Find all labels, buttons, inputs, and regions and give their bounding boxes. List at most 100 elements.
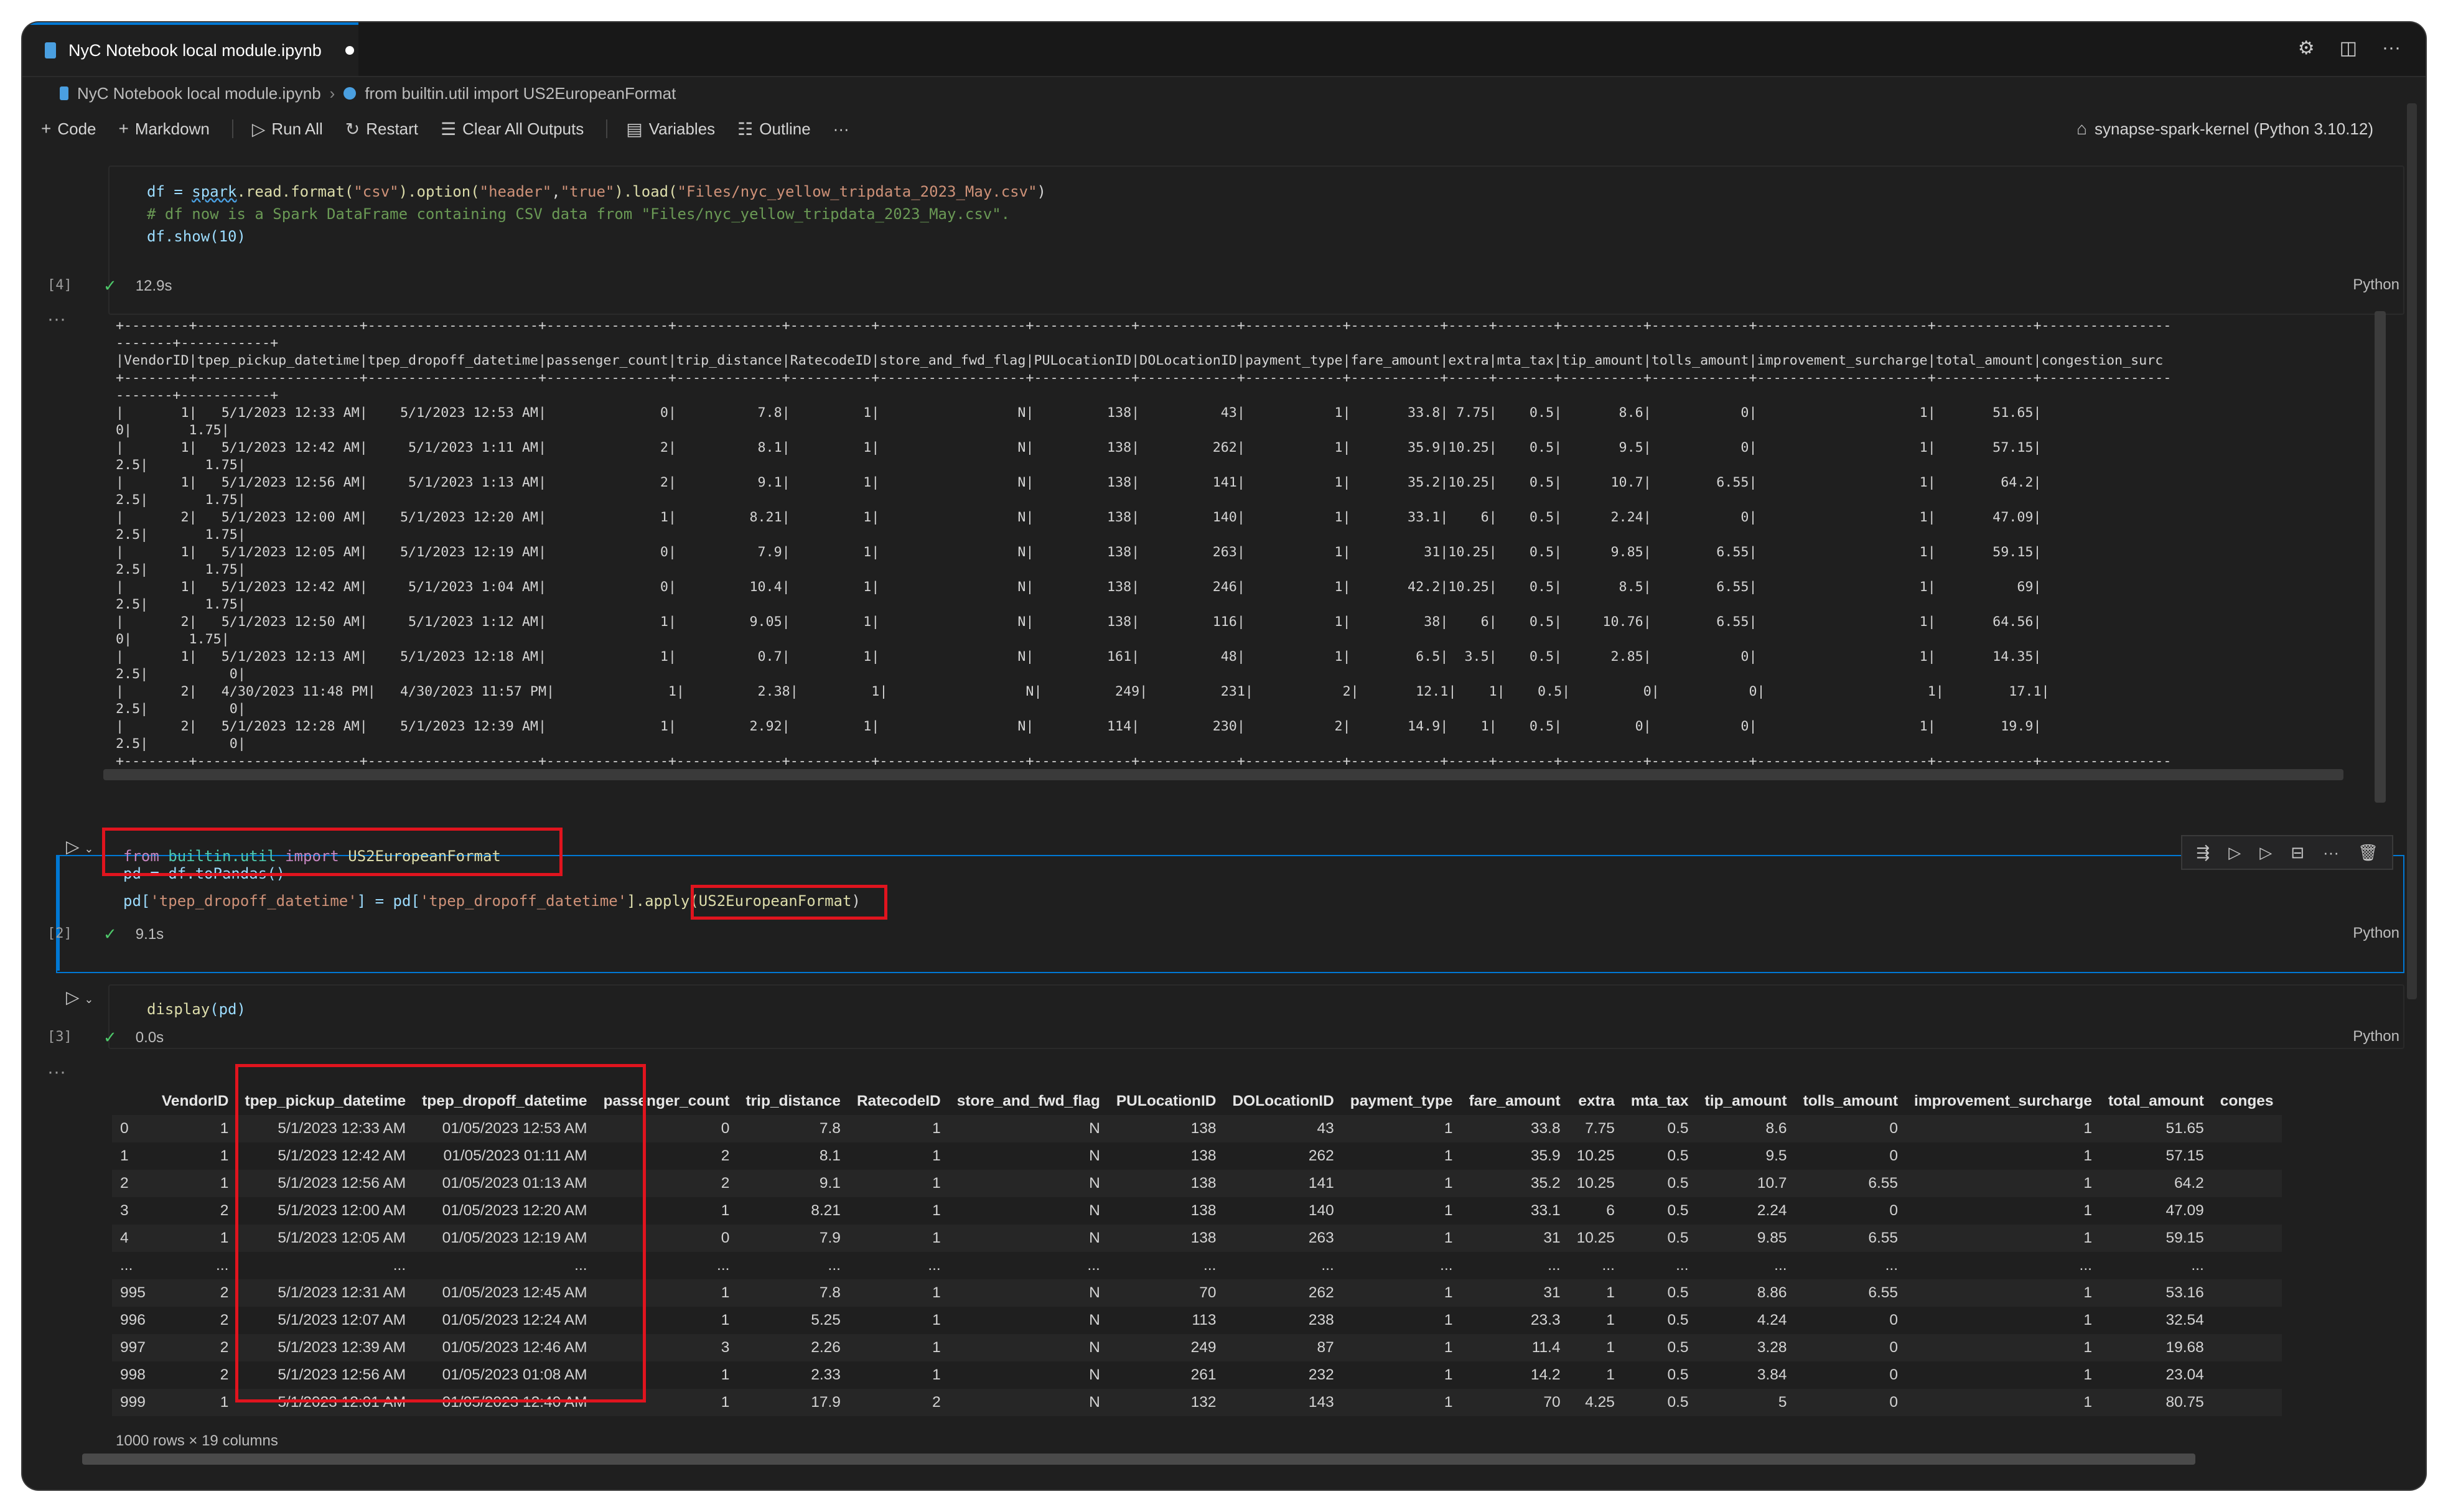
table-cell: 0 [1795, 1115, 1907, 1142]
table-cell: ... [1676, 1257, 1689, 1274]
table-cell: 138 [1108, 1225, 1225, 1252]
execution-count: [4] [47, 278, 72, 293]
table-cell: 17.9 [737, 1389, 849, 1416]
table-cell: 1 [1906, 1334, 2100, 1361]
table-cell: 0 [1889, 1312, 1899, 1328]
column-header [112, 1088, 154, 1115]
table-cell: 1 [1342, 1334, 1461, 1361]
output-horizontal-scrollbar[interactable] [103, 769, 2343, 780]
table-cell [2212, 1170, 2282, 1197]
cell-language[interactable]: Python [2353, 925, 2399, 942]
execute-above-icon[interactable]: ▷ [2228, 843, 2241, 862]
code-token: df = [147, 183, 192, 200]
table-cell: 32.54 [2165, 1312, 2204, 1328]
outline-button[interactable]: ☷ Outline [737, 119, 811, 139]
page-vertical-scrollbar[interactable] [2407, 103, 2417, 999]
table-cell: 1 [2083, 1312, 2092, 1328]
table-cell: 238 [1308, 1312, 1334, 1328]
clear-outputs-label: Clear All Outputs [462, 119, 584, 138]
more-icon[interactable]: ··· [2382, 37, 2401, 59]
code-token: (pd) [210, 1001, 246, 1018]
row-index: 1 [120, 1147, 129, 1164]
unsaved-dot-icon[interactable] [345, 46, 354, 55]
table-cell: 143 [1224, 1389, 1342, 1416]
clear-outputs-icon: ☰ [441, 119, 457, 139]
table-cell: 1 [1568, 1334, 1623, 1361]
table-cell: 1 [153, 1170, 237, 1197]
table-cell: 249 [1108, 1334, 1225, 1361]
table-cell [2212, 1389, 2282, 1416]
cell-status: ✓ 12.9s [103, 276, 172, 296]
table-cell: 0.5 [1622, 1115, 1697, 1142]
table-cell: 14.2 [1530, 1366, 1561, 1383]
toolbar-more-button[interactable]: ··· [833, 119, 849, 139]
table-cell: 87 [1224, 1334, 1342, 1361]
restart-button[interactable]: ↻ Restart [345, 119, 418, 139]
cell-more-icon[interactable]: ··· [2323, 843, 2339, 862]
kernel-picker[interactable]: ⌂ synapse-spark-kernel (Python 3.10.12) [2077, 111, 2373, 147]
table-cell: N [1089, 1312, 1100, 1328]
add-code-button[interactable]: + Code [41, 119, 96, 139]
table-cell [2212, 1142, 2282, 1170]
code-token: ].apply( [627, 892, 699, 910]
table-cell: 31 [1460, 1279, 1569, 1307]
run-by-line-icon[interactable]: ⇶ [2196, 843, 2210, 862]
run-all-button[interactable]: ▷ Run All [252, 119, 323, 139]
output-more-icon[interactable]: ··· [47, 1062, 66, 1083]
table-cell: 80.75 [2100, 1389, 2212, 1416]
table-cell: 1 [1444, 1147, 1453, 1164]
cell-language[interactable]: Python [2353, 276, 2399, 294]
table-cell: 0.5 [1622, 1170, 1697, 1197]
output-more-icon[interactable]: ··· [47, 309, 66, 330]
delete-icon[interactable]: 🗑 [2358, 843, 2378, 862]
breadcrumb-file[interactable]: NyC Notebook local module.ipynb [77, 84, 321, 103]
run-cell-icon[interactable]: ▷ ⌄ [66, 836, 93, 857]
kernel-icon: ⌂ [2077, 119, 2087, 138]
code-cell-3-editor[interactable]: display(pd) [108, 984, 2404, 1049]
code-token: "header" [479, 183, 552, 200]
table-cell: 2 [153, 1279, 237, 1307]
table-cell: 8.86 [1696, 1279, 1795, 1307]
variables-button[interactable]: ▤ Variables [626, 119, 715, 139]
table-cell: 1 [932, 1147, 941, 1164]
run-cell-icon[interactable]: ▷ ⌄ [66, 987, 93, 1007]
add-markdown-button[interactable]: + Markdown [119, 119, 210, 139]
row-index: ... [120, 1257, 133, 1274]
cell-status: ✓ 0.0s [103, 1028, 164, 1047]
notebook-icon [60, 86, 68, 100]
split-editor-icon[interactable]: ◫ [2340, 37, 2357, 59]
table-cell: 138 [1108, 1115, 1225, 1142]
table-cell: 1 [2083, 1202, 2092, 1219]
table-cell: ... [828, 1257, 841, 1274]
breadcrumb: NyC Notebook local module.ipynb › from b… [60, 76, 676, 111]
table-cell: 64.2 [2100, 1170, 2212, 1197]
table-cell: 2 [848, 1389, 949, 1416]
breadcrumb-cell[interactable]: from builtin.util import US2EuropeanForm… [365, 84, 676, 103]
page-horizontal-scrollbar[interactable] [82, 1454, 2195, 1465]
table-cell: 0.5 [1667, 1202, 1689, 1219]
row-index: 4 [112, 1225, 154, 1252]
code-token: display [147, 1001, 210, 1018]
split-cell-icon[interactable]: ⊟ [2291, 843, 2304, 862]
table-cell [2212, 1115, 2282, 1142]
row-index: 995 [112, 1279, 154, 1307]
output-vertical-scrollbar[interactable] [2375, 311, 2386, 803]
code-cell-1-editor[interactable]: df = spark.read.format("csv").option("he… [108, 166, 2404, 315]
cell-language[interactable]: Python [2353, 1028, 2399, 1045]
clear-outputs-button[interactable]: ☰ Clear All Outputs [441, 119, 584, 139]
add-code-label: Code [57, 119, 96, 138]
execute-below-icon[interactable]: ▷ [2259, 843, 2272, 862]
table-cell: ... [1548, 1257, 1561, 1274]
table-cell: ... [2191, 1257, 2204, 1274]
table-cell: 262 [1224, 1279, 1342, 1307]
plus-icon: + [41, 119, 52, 138]
table-cell: 5.25 [811, 1312, 841, 1328]
notebook-tab[interactable]: NyC Notebook local module.ipynb [22, 22, 358, 76]
table-cell: 59.15 [2100, 1225, 2212, 1252]
table-cell: N [948, 1225, 1108, 1252]
table-cell: 1 [1342, 1170, 1461, 1197]
gear-icon[interactable]: ⚙ [2298, 37, 2315, 59]
table-cell: ... [2079, 1257, 2092, 1274]
highlight-box-import [102, 828, 563, 876]
table-cell: 138 [1190, 1147, 1217, 1164]
